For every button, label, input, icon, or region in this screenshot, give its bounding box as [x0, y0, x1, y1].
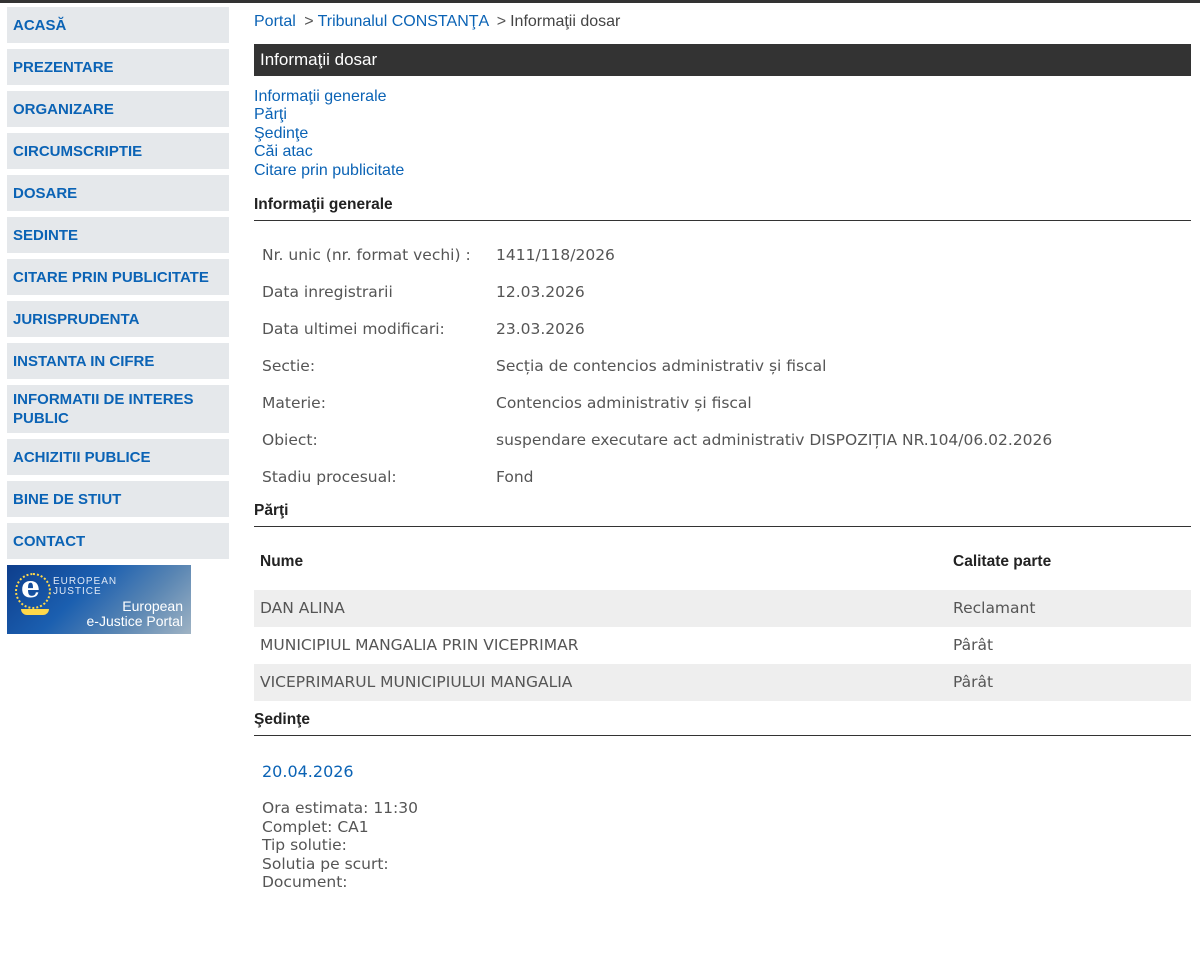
banner-portal-line-2: e-Justice Portal [86, 613, 183, 629]
banner-portal-text: European e-Justice Portal [87, 599, 183, 629]
section-heading-parti: Părţi [254, 502, 1191, 528]
parti-table-header: Nume Calitate parte [254, 553, 1191, 590]
info-value: Secția de contencios administrativ și fi… [496, 357, 827, 376]
sidebar-item-contact[interactable]: CONTACT [7, 523, 229, 559]
breadcrumb-court-link[interactable]: Tribunalul CONSTANŢA [318, 13, 489, 30]
section-links: Informaţii generale Părţi Şedinţe Căi at… [254, 88, 1191, 180]
banner-small-text: EUROPEAN JUSTICE [53, 577, 117, 597]
sidebar-nav: ACASĂ PREZENTARE ORGANIZARE CIRCUMSCRIPT… [7, 7, 229, 634]
info-value: 1411/118/2026 [496, 246, 615, 265]
hearing-document: Document: [262, 873, 348, 892]
sidebar-item-achizitii-publice[interactable]: ACHIZITII PUBLICE [7, 439, 229, 475]
info-label: Obiect: [262, 431, 318, 450]
info-label: Nr. unic (nr. format vechi) : [262, 246, 471, 265]
party-role: Pârât [953, 673, 994, 692]
sidebar-item-jurisprudenta[interactable]: JURISPRUDENTA [7, 301, 229, 337]
top-border [0, 0, 1200, 3]
sidebar-item-citare[interactable]: CITARE PRIN PUBLICITATE [7, 259, 229, 295]
e-justice-logo: e [21, 570, 41, 605]
page-title: Informaţii dosar [254, 44, 1191, 76]
table-row: MUNICIPIUL MANGALIA PRIN VICEPRIMAR Pârâ… [254, 627, 1191, 664]
party-name: DAN ALINA [260, 599, 345, 618]
hearing-date-link[interactable]: 20.04.2026 [262, 762, 1191, 799]
info-row-sectie: Sectie: Secția de contencios administrat… [254, 357, 1191, 394]
sidebar-item-prezentare[interactable]: PREZENTARE [7, 49, 229, 85]
info-row-data-modificari: Data ultimei modificari: 23.03.2026 [254, 320, 1191, 357]
info-row-obiect: Obiect: suspendare executare act adminis… [254, 431, 1191, 468]
column-header-calitate: Calitate parte [953, 553, 1052, 571]
general-info-table: Nr. unic (nr. format vechi) : 1411/118/2… [254, 246, 1191, 505]
info-value: suspendare executare act administrativ D… [496, 431, 1053, 450]
e-justice-portal-banner[interactable]: e EUROPEAN JUSTICE European e-Justice Po… [7, 565, 191, 634]
info-row-data-inregistrarii: Data inregistrarii 12.03.2026 [254, 283, 1191, 320]
sidebar-item-organizare[interactable]: ORGANIZARE [7, 91, 229, 127]
main-content: Portal > Tribunalul CONSTANŢA > Informaţii… [254, 10, 1191, 892]
banner-small-text-2: JUSTICE [53, 586, 102, 597]
info-value: Contencios administrativ și fiscal [496, 394, 752, 413]
toc-link-informatii-generale[interactable]: Informaţii generale [254, 88, 1191, 106]
info-value: Fond [496, 468, 534, 487]
info-label: Materie: [262, 394, 326, 413]
breadcrumb: Portal > Tribunalul CONSTANŢA > Informaţii… [254, 10, 1191, 34]
toc-link-parti[interactable]: Părţi [254, 106, 1191, 124]
banner-portal-line-1: European [122, 598, 183, 614]
info-label: Data inregistrarii [262, 283, 393, 302]
sidebar-item-bine-de-stiut[interactable]: BINE DE STIUT [7, 481, 229, 517]
section-heading-informatii-generale: Informaţii generale [254, 196, 1191, 222]
sidebar-item-dosare[interactable]: DOSARE [7, 175, 229, 211]
party-role: Pârât [953, 636, 994, 655]
toc-link-citare[interactable]: Citare prin publicitate [254, 162, 1191, 180]
info-row-stadiu: Stadiu procesual: Fond [254, 468, 1191, 505]
info-label: Stadiu procesual: [262, 468, 397, 487]
toc-link-sedinte[interactable]: Şedinţe [254, 125, 1191, 143]
scale-icon [21, 609, 49, 615]
sidebar-item-acasa[interactable]: ACASĂ [7, 7, 229, 43]
info-value: 12.03.2026 [496, 283, 585, 302]
breadcrumb-separator: > [304, 13, 314, 30]
section-heading-sedinte: Şedinţe [254, 711, 1191, 737]
hearing-panel: Complet: CA1 [262, 817, 369, 836]
column-header-nume: Nume [260, 553, 304, 571]
breadcrumb-portal-link[interactable]: Portal [254, 13, 296, 30]
info-value: 23.03.2026 [496, 320, 585, 339]
party-role: Reclamant [953, 599, 1036, 618]
table-row: VICEPRIMARUL MUNICIPIULUI MANGALIA Pârât [254, 664, 1191, 702]
sidebar-item-sedinte[interactable]: SEDINTE [7, 217, 229, 253]
sidebar-item-informatii-interes-public[interactable]: INFORMATII DE INTERES PUBLIC [7, 385, 229, 433]
breadcrumb-separator: > [496, 13, 507, 30]
info-label: Data ultimei modificari: [262, 320, 445, 339]
table-row: DAN ALINA Reclamant [254, 590, 1191, 628]
hearing-entry: 20.04.2026 Ora estimata: 11:30 Complet: … [254, 762, 1191, 892]
toc-link-cai-atac[interactable]: Căi atac [254, 143, 1191, 161]
info-row-nr-unic: Nr. unic (nr. format vechi) : 1411/118/2… [254, 246, 1191, 283]
breadcrumb-current: Informaţii dosar [510, 13, 621, 30]
party-name: MUNICIPIUL MANGALIA PRIN VICEPRIMAR [260, 636, 579, 655]
sidebar-item-circumscriptie[interactable]: CIRCUMSCRIPTIE [7, 133, 229, 169]
sidebar-item-instanta-in-cifre[interactable]: INSTANTA IN CIFRE [7, 343, 229, 379]
hearing-solution-summary: Solutia pe scurt: [262, 854, 389, 873]
hearing-solution-type: Tip solutie: [262, 836, 347, 855]
hearing-time: Ora estimata: 11:30 [262, 799, 418, 818]
info-row-materie: Materie: Contencios administrativ și fis… [254, 394, 1191, 431]
party-name: VICEPRIMARUL MUNICIPIULUI MANGALIA [260, 673, 573, 692]
parti-table: Nume Calitate parte DAN ALINA Reclamant … [254, 553, 1191, 702]
info-label: Sectie: [262, 357, 316, 376]
